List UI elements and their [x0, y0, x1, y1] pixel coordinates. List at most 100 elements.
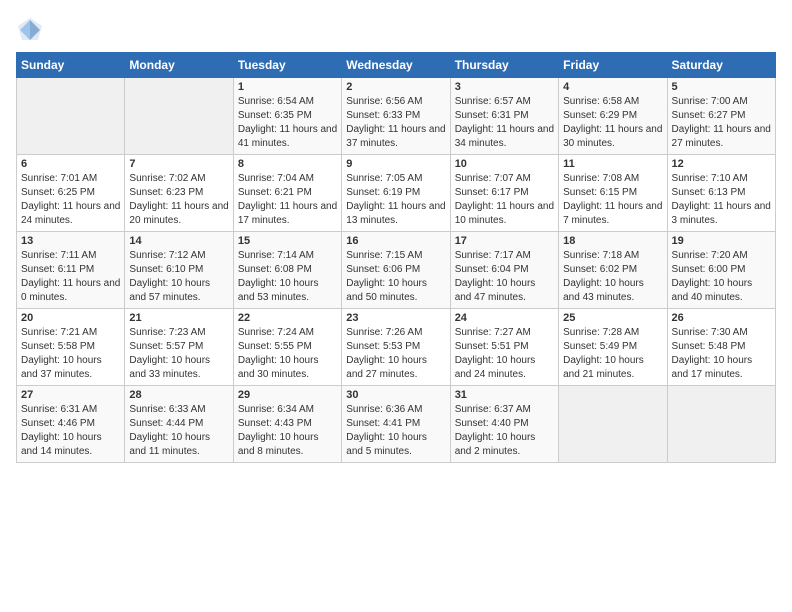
weekday-header-thursday: Thursday: [450, 53, 558, 78]
calendar-cell: 19 Sunrise: 7:20 AM Sunset: 6:00 PM Dayli…: [667, 232, 775, 309]
day-info: Sunrise: 7:15 AM Sunset: 6:06 PM Dayligh…: [346, 249, 445, 305]
calendar-cell: 26 Sunrise: 7:30 AM Sunset: 5:48 PM Dayli…: [667, 309, 775, 386]
day-number: 10: [455, 158, 554, 170]
calendar-cell: 23 Sunrise: 7:26 AM Sunset: 5:53 PM Dayli…: [342, 309, 450, 386]
day-info: Sunrise: 7:28 AM Sunset: 5:49 PM Dayligh…: [563, 326, 662, 382]
calendar-cell: 18 Sunrise: 7:18 AM Sunset: 6:02 PM Dayli…: [559, 232, 667, 309]
day-info: Sunrise: 7:12 AM Sunset: 6:10 PM Dayligh…: [129, 249, 228, 305]
calendar-cell: 31 Sunrise: 6:37 AM Sunset: 4:40 PM Dayli…: [450, 386, 558, 463]
day-number: 7: [129, 158, 228, 170]
day-number: 9: [346, 158, 445, 170]
day-info: Sunrise: 6:56 AM Sunset: 6:33 PM Dayligh…: [346, 95, 445, 151]
day-number: 30: [346, 389, 445, 401]
day-number: 29: [238, 389, 337, 401]
calendar-cell: [125, 78, 233, 155]
calendar-week-1: 1 Sunrise: 6:54 AM Sunset: 6:35 PM Daylig…: [17, 78, 776, 155]
day-number: 17: [455, 235, 554, 247]
calendar-cell: [559, 386, 667, 463]
day-number: 23: [346, 312, 445, 324]
day-info: Sunrise: 6:33 AM Sunset: 4:44 PM Dayligh…: [129, 403, 228, 459]
weekday-header-wednesday: Wednesday: [342, 53, 450, 78]
weekday-header-friday: Friday: [559, 53, 667, 78]
day-info: Sunrise: 6:57 AM Sunset: 6:31 PM Dayligh…: [455, 95, 554, 151]
calendar-cell: 22 Sunrise: 7:24 AM Sunset: 5:55 PM Dayli…: [233, 309, 341, 386]
calendar-cell: 20 Sunrise: 7:21 AM Sunset: 5:58 PM Dayli…: [17, 309, 125, 386]
day-info: Sunrise: 7:21 AM Sunset: 5:58 PM Dayligh…: [21, 326, 120, 382]
calendar-cell: 3 Sunrise: 6:57 AM Sunset: 6:31 PM Daylig…: [450, 78, 558, 155]
day-info: Sunrise: 7:00 AM Sunset: 6:27 PM Dayligh…: [672, 95, 771, 151]
day-number: 20: [21, 312, 120, 324]
calendar-cell: 27 Sunrise: 6:31 AM Sunset: 4:46 PM Dayli…: [17, 386, 125, 463]
calendar-cell: 21 Sunrise: 7:23 AM Sunset: 5:57 PM Dayli…: [125, 309, 233, 386]
calendar-cell: 4Sunrise: 6:58 AM Sunset: 6:29 PM Daylig…: [559, 78, 667, 155]
calendar-cell: 14 Sunrise: 7:12 AM Sunset: 6:10 PM Dayli…: [125, 232, 233, 309]
day-info: Sunrise: 6:54 AM Sunset: 6:35 PM Dayligh…: [238, 95, 337, 151]
day-number: 12: [672, 158, 771, 170]
day-info: Sunrise: 7:24 AM Sunset: 5:55 PM Dayligh…: [238, 326, 337, 382]
day-number: 31: [455, 389, 554, 401]
day-info: Sunrise: 7:04 AM Sunset: 6:21 PM Dayligh…: [238, 172, 337, 228]
day-info: Sunrise: 6:37 AM Sunset: 4:40 PM Dayligh…: [455, 403, 554, 459]
calendar-week-5: 27 Sunrise: 6:31 AM Sunset: 4:46 PM Dayli…: [17, 386, 776, 463]
calendar-cell: 11Sunrise: 7:08 AM Sunset: 6:15 PM Dayli…: [559, 155, 667, 232]
calendar-cell: 25 Sunrise: 7:28 AM Sunset: 5:49 PM Dayli…: [559, 309, 667, 386]
day-info: Sunrise: 7:23 AM Sunset: 5:57 PM Dayligh…: [129, 326, 228, 382]
day-info: Sunrise: 7:02 AM Sunset: 6:23 PM Dayligh…: [129, 172, 228, 228]
day-number: 15: [238, 235, 337, 247]
calendar-table: SundayMondayTuesdayWednesdayThursdayFrid…: [16, 52, 776, 463]
day-info: Sunrise: 7:17 AM Sunset: 6:04 PM Dayligh…: [455, 249, 554, 305]
calendar-week-2: 6 Sunrise: 7:01 AM Sunset: 6:25 PM Daylig…: [17, 155, 776, 232]
day-info: Sunrise: 7:10 AM Sunset: 6:13 PM Dayligh…: [672, 172, 771, 228]
calendar-cell: 6 Sunrise: 7:01 AM Sunset: 6:25 PM Daylig…: [17, 155, 125, 232]
calendar-cell: 17 Sunrise: 7:17 AM Sunset: 6:04 PM Dayli…: [450, 232, 558, 309]
day-number: 21: [129, 312, 228, 324]
day-number: 13: [21, 235, 120, 247]
day-info: Sunrise: 7:26 AM Sunset: 5:53 PM Dayligh…: [346, 326, 445, 382]
calendar-cell: 28Sunrise: 6:33 AM Sunset: 4:44 PM Dayli…: [125, 386, 233, 463]
day-info: Sunrise: 7:20 AM Sunset: 6:00 PM Dayligh…: [672, 249, 771, 305]
day-number: 25: [563, 312, 662, 324]
calendar-cell: 7 Sunrise: 7:02 AM Sunset: 6:23 PM Daylig…: [125, 155, 233, 232]
day-number: 24: [455, 312, 554, 324]
logo-icon: [16, 16, 44, 44]
calendar-cell: 5 Sunrise: 7:00 AM Sunset: 6:27 PM Daylig…: [667, 78, 775, 155]
day-number: 11: [563, 158, 662, 170]
weekday-header-saturday: Saturday: [667, 53, 775, 78]
day-number: 8: [238, 158, 337, 170]
day-number: 1: [238, 81, 337, 93]
calendar-week-3: 13 Sunrise: 7:11 AM Sunset: 6:11 PM Dayli…: [17, 232, 776, 309]
day-info: Sunrise: 6:31 AM Sunset: 4:46 PM Dayligh…: [21, 403, 120, 459]
day-number: 27: [21, 389, 120, 401]
calendar-cell: [17, 78, 125, 155]
calendar-cell: [667, 386, 775, 463]
day-info: Sunrise: 7:27 AM Sunset: 5:51 PM Dayligh…: [455, 326, 554, 382]
day-number: 16: [346, 235, 445, 247]
day-number: 26: [672, 312, 771, 324]
day-number: 19: [672, 235, 771, 247]
day-info: Sunrise: 6:36 AM Sunset: 4:41 PM Dayligh…: [346, 403, 445, 459]
day-number: 6: [21, 158, 120, 170]
day-number: 3: [455, 81, 554, 93]
calendar-cell: 13 Sunrise: 7:11 AM Sunset: 6:11 PM Dayli…: [17, 232, 125, 309]
day-info: Sunrise: 7:07 AM Sunset: 6:17 PM Dayligh…: [455, 172, 554, 228]
calendar-cell: 2 Sunrise: 6:56 AM Sunset: 6:33 PM Daylig…: [342, 78, 450, 155]
page-header: [16, 16, 776, 44]
day-info: Sunrise: 7:01 AM Sunset: 6:25 PM Dayligh…: [21, 172, 120, 228]
day-number: 18: [563, 235, 662, 247]
calendar-cell: 12 Sunrise: 7:10 AM Sunset: 6:13 PM Dayli…: [667, 155, 775, 232]
day-number: 14: [129, 235, 228, 247]
day-info: Sunrise: 7:18 AM Sunset: 6:02 PM Dayligh…: [563, 249, 662, 305]
day-info: Sunrise: 7:30 AM Sunset: 5:48 PM Dayligh…: [672, 326, 771, 382]
calendar-week-4: 20 Sunrise: 7:21 AM Sunset: 5:58 PM Dayli…: [17, 309, 776, 386]
weekday-header-sunday: Sunday: [17, 53, 125, 78]
day-info: Sunrise: 7:05 AM Sunset: 6:19 PM Dayligh…: [346, 172, 445, 228]
calendar-cell: 29 Sunrise: 6:34 AM Sunset: 4:43 PM Dayli…: [233, 386, 341, 463]
day-info: Sunrise: 7:11 AM Sunset: 6:11 PM Dayligh…: [21, 249, 120, 305]
day-number: 22: [238, 312, 337, 324]
weekday-header-row: SundayMondayTuesdayWednesdayThursdayFrid…: [17, 53, 776, 78]
day-number: 4: [563, 81, 662, 93]
day-number: 2: [346, 81, 445, 93]
calendar-cell: 30 Sunrise: 6:36 AM Sunset: 4:41 PM Dayli…: [342, 386, 450, 463]
day-number: 5: [672, 81, 771, 93]
day-info: Sunrise: 6:34 AM Sunset: 4:43 PM Dayligh…: [238, 403, 337, 459]
